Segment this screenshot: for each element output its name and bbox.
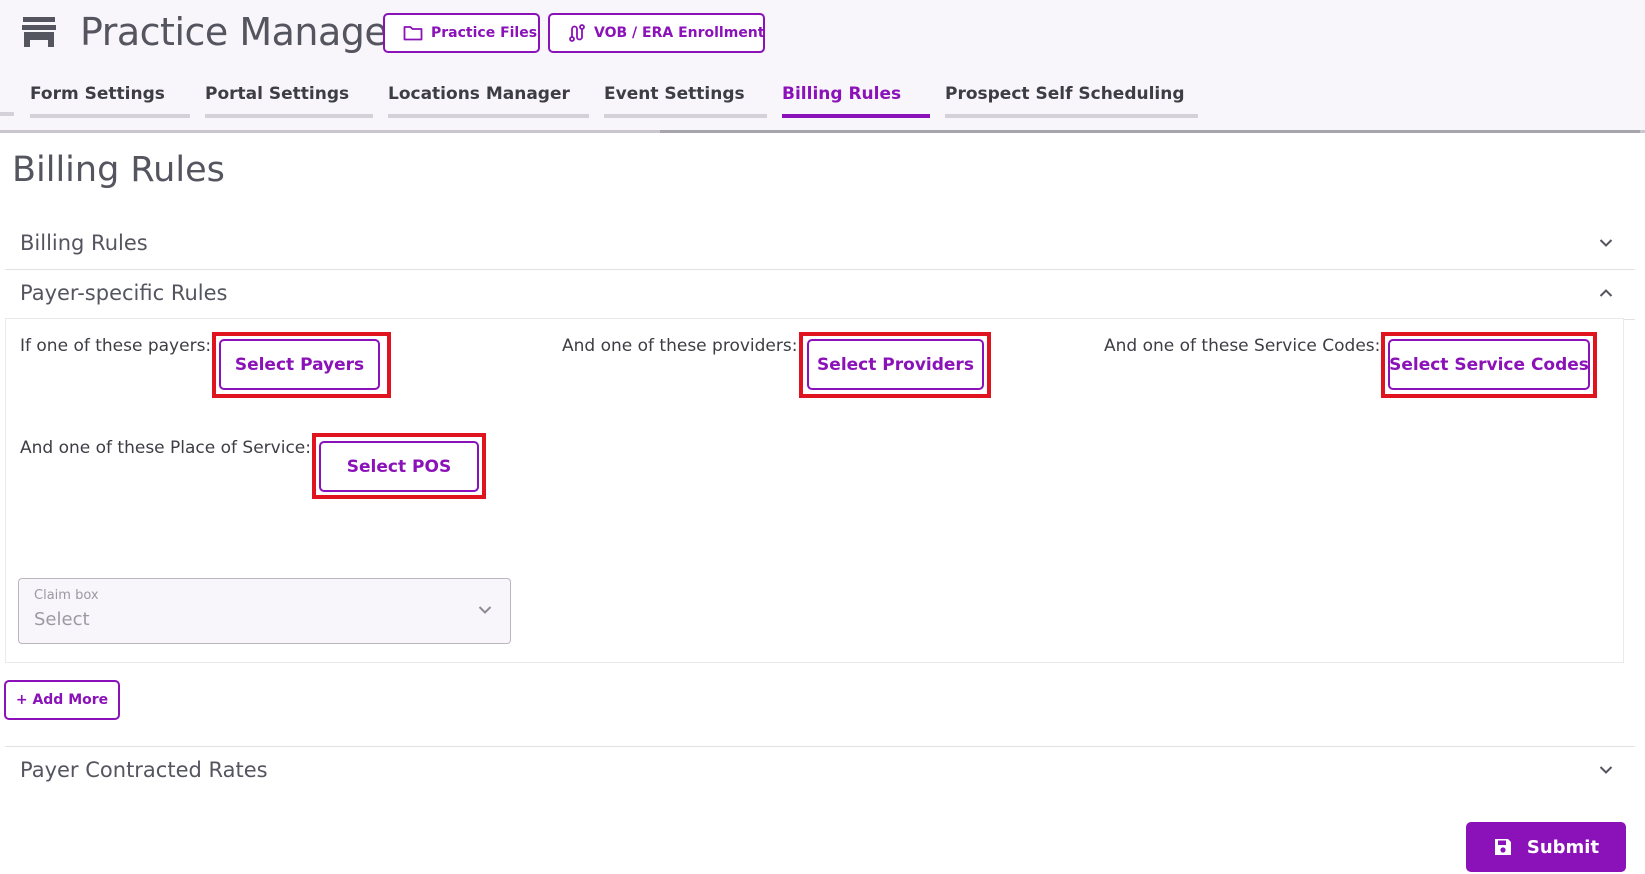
select-service-codes-button[interactable]: Select Service Codes: [1388, 339, 1590, 390]
tab-event-settings[interactable]: Event Settings: [604, 84, 767, 118]
accordion-title: Billing Rules: [20, 231, 148, 255]
tab-underline: [945, 114, 1198, 118]
app-header: Practice Manager Practice Files VOB / ER…: [0, 0, 1645, 133]
payers-label: If one of these payers:: [20, 336, 212, 356]
add-more-button[interactable]: + Add More: [4, 680, 120, 720]
tab-underline: [30, 114, 190, 118]
tab-label: Billing Rules: [782, 84, 902, 104]
accordion-title: Payer-specific Rules: [20, 281, 228, 305]
vob-era-enrollment-button[interactable]: VOB / ERA Enrollment: [548, 13, 765, 53]
accordion-payer-specific-rules[interactable]: Payer-specific Rules: [5, 270, 1635, 320]
tab-label: Form Settings: [30, 84, 165, 104]
tab-label: Event Settings: [604, 84, 745, 104]
select-pos-button[interactable]: Select POS: [319, 441, 479, 492]
tab-locations-manager[interactable]: Locations Manager: [388, 84, 589, 118]
tab-form-settings[interactable]: Form Settings: [30, 84, 190, 118]
save-icon: [1494, 839, 1511, 855]
submit-button[interactable]: Submit: [1466, 822, 1626, 872]
pos-label: And one of these Place of Service:: [20, 438, 311, 458]
chevron-down-icon: [1599, 766, 1613, 774]
chevron-up-icon: [1599, 289, 1613, 297]
providers-label: And one of these providers:: [562, 336, 798, 356]
tab-label: Prospect Self Scheduling: [945, 84, 1185, 104]
tab-label: Portal Settings: [205, 84, 350, 104]
settings-tabs: Form Settings Portal Settings Locations …: [0, 84, 1645, 118]
chevron-down-icon: [1599, 239, 1613, 247]
tab-underline: [604, 114, 767, 118]
select-providers-button[interactable]: Select Providers: [807, 339, 984, 390]
accordion-billing-rules[interactable]: Billing Rules: [5, 220, 1635, 270]
tab-prospect-self-scheduling[interactable]: Prospect Self Scheduling: [945, 84, 1198, 118]
tab-label: Locations Manager: [388, 84, 570, 104]
claim-box-value: Select: [34, 609, 90, 630]
tab-billing-rules[interactable]: Billing Rules: [782, 84, 930, 118]
select-payers-button[interactable]: Select Payers: [219, 339, 380, 390]
store-icon: [22, 17, 56, 47]
submit-label: Submit: [1526, 836, 1600, 858]
practice-files-label: Practice Files: [431, 25, 538, 41]
app-title: Practice Manager: [80, 10, 403, 54]
tab-underline: [205, 114, 373, 118]
tab-scroll-track: [660, 130, 1640, 133]
accordion-title: Payer Contracted Rates: [20, 758, 268, 782]
accordion-payer-contracted-rates[interactable]: Payer Contracted Rates: [5, 747, 1635, 797]
folder-icon: [403, 26, 423, 41]
tab-portal-settings[interactable]: Portal Settings: [205, 84, 373, 118]
practice-files-button[interactable]: Practice Files: [383, 13, 540, 53]
claim-box-label: Claim box: [34, 588, 99, 603]
service-codes-label: And one of these Service Codes:: [1104, 336, 1381, 356]
chevron-down-icon: [478, 606, 492, 614]
vob-era-enrollment-label: VOB / ERA Enrollment: [594, 25, 765, 41]
route-icon: [569, 24, 585, 42]
tab-underline: [388, 114, 589, 118]
page-title: Billing Rules: [12, 150, 225, 190]
claim-box-select[interactable]: Claim box Select: [18, 578, 511, 644]
tab-underline: [782, 114, 930, 118]
